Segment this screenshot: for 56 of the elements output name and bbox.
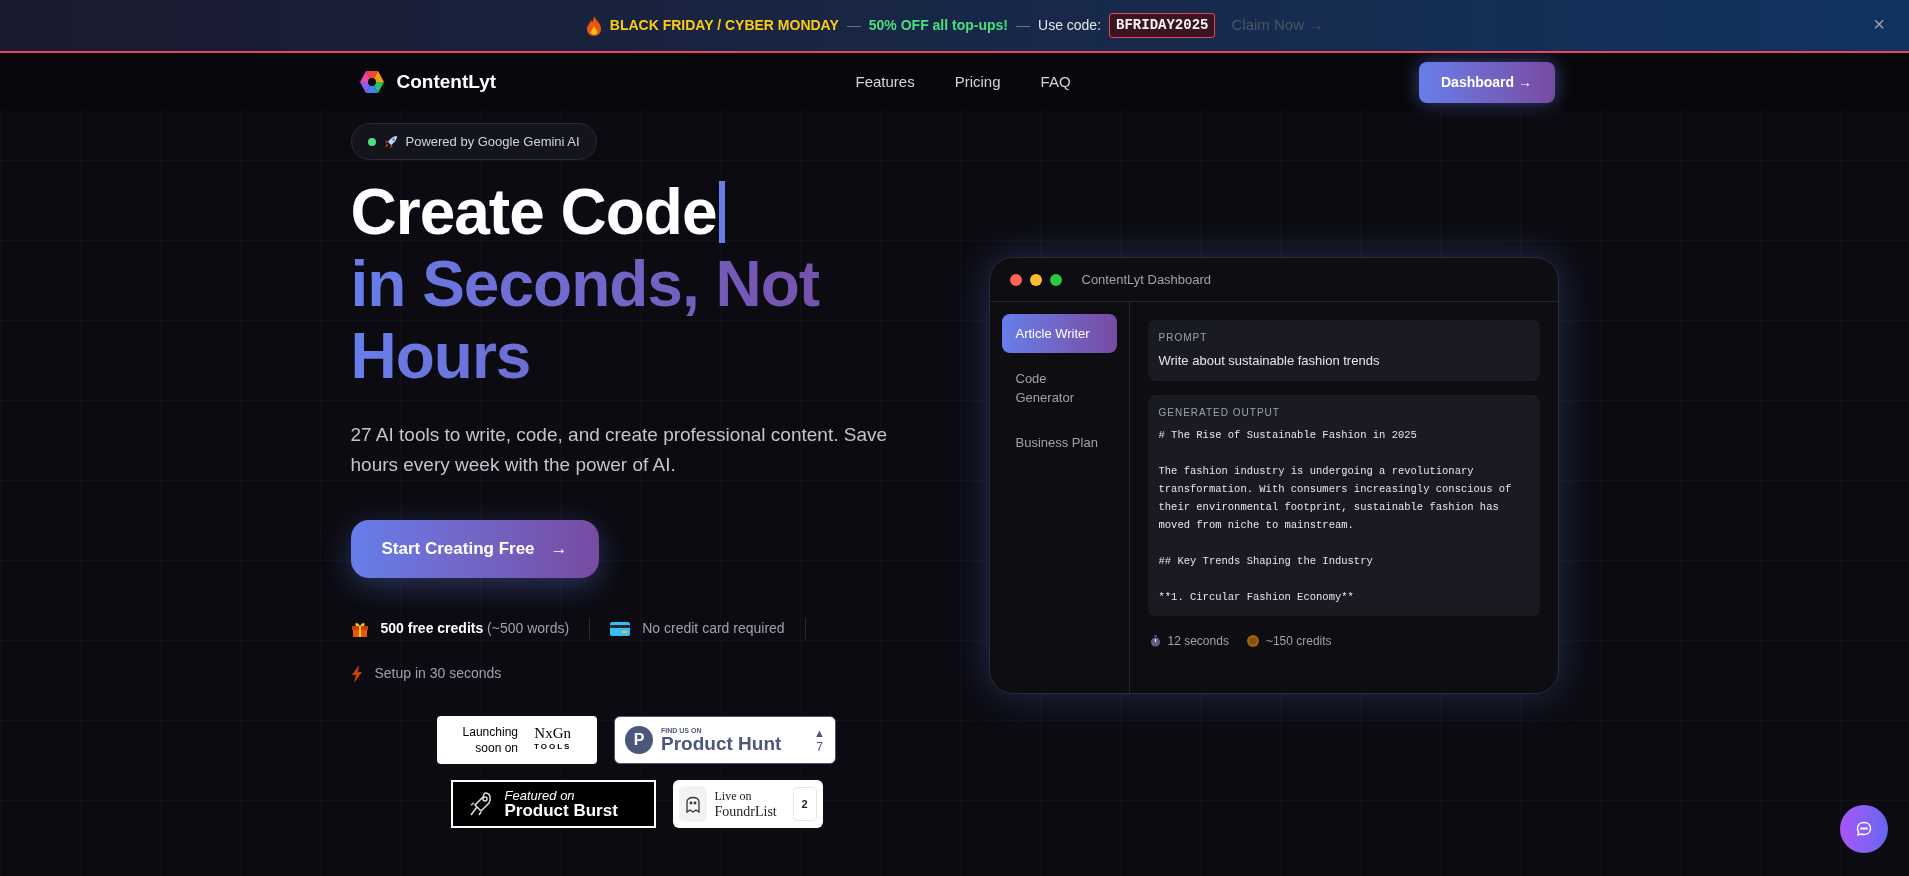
brand-name: ContentLyt <box>396 69 497 94</box>
hero-heading: Create Code <box>350 176 717 248</box>
credit-card-icon <box>610 621 631 636</box>
output-label: GENERATED OUTPUT <box>1158 405 1281 420</box>
stopwatch-icon <box>1149 634 1161 647</box>
foundrlist-badge[interactable]: Live on FoundrList 2 <box>672 780 823 828</box>
stat-text: 12 seconds <box>1167 632 1229 650</box>
badge-caption: Live on <box>714 789 753 804</box>
badge-logo: NxGn <box>534 726 572 740</box>
chat-button[interactable] <box>1840 805 1888 853</box>
upvote-count: 2 <box>792 787 817 821</box>
upvote-icon: ▲ <box>814 726 825 740</box>
upvote-count: 7 <box>816 740 823 754</box>
nav-link[interactable]: Features <box>855 70 915 94</box>
perk-text: Setup in 30 seconds <box>374 664 502 683</box>
nav-link[interactable]: FAQ <box>1040 70 1071 94</box>
perk-text: No credit card required <box>642 619 785 638</box>
product-hunt-logo: P <box>625 726 653 754</box>
ghost-icon <box>678 786 707 822</box>
sidebar-item[interactable]: Article Writer <box>1001 314 1117 353</box>
promo-code: BFRIDAY2025 <box>1109 13 1216 38</box>
promo-headline: BLACK FRIDAY / CYBER MONDAY <box>609 16 839 35</box>
prompt-label: PROMPT <box>1158 331 1209 345</box>
badge-caption: Featured on <box>504 789 576 802</box>
perk-text: 500 free credits (~500 words) <box>380 619 570 638</box>
start-creating-button[interactable]: Start Creating Free → <box>350 520 599 578</box>
coin-icon <box>1246 634 1259 647</box>
fire-icon <box>585 15 602 36</box>
dashboard-button[interactable]: Dashboard → <box>1418 61 1555 103</box>
nav-link[interactable]: Pricing <box>954 70 1001 94</box>
window-title: ContentLyt Dashboard <box>1081 270 1212 289</box>
stat-text: ~150 credits <box>1265 632 1332 650</box>
promo-separator: — <box>846 16 861 35</box>
rocket-icon <box>383 134 398 149</box>
badge-title: Product Hunt <box>661 734 782 753</box>
sidebar-item[interactable]: Business Plan <box>1001 423 1117 462</box>
lightning-icon <box>350 664 363 683</box>
badge-title: Product Burst <box>504 802 618 819</box>
hero-subtitle: 27 AI tools to write, code, and create professional content. Save hours every week with the power of AI. <box>350 423 889 477</box>
prompt-text: Write about sustainable fashion trends <box>1158 352 1381 370</box>
pill-text: Powered by Google Gemini AI <box>405 132 580 151</box>
code-label: Use code: <box>1038 16 1102 35</box>
promo-separator: — <box>1016 16 1030 35</box>
chat-icon <box>1856 821 1872 837</box>
product-burst-badge[interactable]: Featured on Product Burst <box>450 780 656 828</box>
generated-output: # The Rise of Sustainable Fashion in 2025 The fashion industry is undergoing a revolutionary transformation. With consumers increasingly conscious of their environmental footprint, sustainable fashion has moved from niche to mainstream. ## Key Trends Shaping the Industry **1. Circular Fashion Economy** <box>1158 427 1513 605</box>
badge-logo-text: TOOLS <box>534 741 572 753</box>
sidebar-item[interactable]: Code Generator <box>1001 359 1117 417</box>
badge-title: FoundrList <box>714 804 777 819</box>
close-button[interactable]: × <box>1873 14 1885 34</box>
launch-badge[interactable]: Launching soon on NxGn TOOLS <box>437 716 597 764</box>
text-cursor <box>718 181 725 243</box>
logo-icon <box>358 70 385 94</box>
promo-offer: 50% OFF all top-ups! <box>868 16 1008 35</box>
rocket-icon <box>468 791 493 817</box>
badge-text: Launching soon on <box>462 724 518 756</box>
